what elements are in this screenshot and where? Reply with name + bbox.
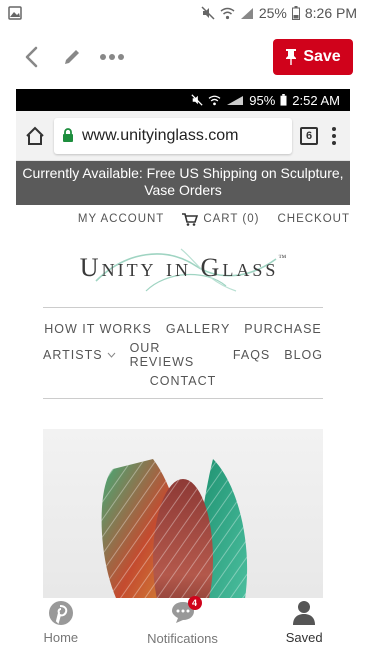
nav-notifications-label: Notifications	[147, 631, 218, 646]
menu-gallery: GALLERY	[165, 322, 231, 336]
nav-saved-label: Saved	[285, 630, 323, 645]
save-button-label: Save	[303, 48, 341, 65]
cart-label: CART (0)	[203, 213, 260, 225]
signal-icon	[227, 95, 244, 105]
tab-switcher-icon: 6	[300, 126, 318, 145]
notification-badge: 4	[187, 596, 202, 610]
cart-icon	[182, 212, 199, 226]
home-icon	[26, 126, 44, 145]
nav-home-label: Home	[43, 630, 79, 645]
lock-icon	[63, 128, 73, 142]
tab-count-value: 6	[305, 129, 313, 142]
signal-icon	[240, 7, 254, 20]
menu-row-2: ARTISTS OUR REVIEWS FAQS BLOG	[43, 341, 323, 369]
wifi-icon	[208, 95, 221, 105]
cart-link: CART (0)	[182, 212, 260, 226]
bottom-nav: Home 4 Notifications Saved	[0, 596, 365, 650]
edit-button[interactable]	[52, 37, 92, 77]
more-vertical-icon	[326, 126, 342, 145]
chevron-down-icon	[107, 352, 115, 358]
promo-text: Currently Available: Free US Shipping on…	[22, 165, 344, 198]
save-button[interactable]: Save	[273, 39, 353, 75]
pin-status-time: 2:52 AM	[292, 92, 340, 108]
more-horizontal-icon	[100, 54, 124, 60]
back-button[interactable]	[12, 37, 52, 77]
pin-image[interactable]: 95% 2:52 AM www.unityinglass.com 6 Curre…	[16, 89, 350, 629]
battery-icon	[291, 6, 300, 20]
menu-row-1: HOW IT WORKS GALLERY PURCHASE	[43, 316, 323, 342]
address-bar: www.unityinglass.com	[54, 117, 292, 154]
logo-wordmark: Unity in Glass	[79, 253, 279, 282]
nav-saved[interactable]: Saved	[243, 598, 365, 650]
pin-toolbar: Save	[0, 36, 365, 78]
menu-row-3: CONTACT	[43, 368, 323, 394]
browser-toolbar: www.unityinglass.com 6	[16, 111, 350, 161]
pinterest-logo-icon	[48, 601, 73, 625]
pencil-icon	[65, 50, 79, 64]
mute-icon	[201, 6, 215, 20]
status-time: 8:26 PM	[304, 5, 357, 21]
status-bar: 25% 8:26 PM	[0, 0, 365, 26]
battery-percent: 25%	[258, 5, 287, 21]
nav-home[interactable]: Home	[0, 598, 122, 650]
profile-icon	[293, 601, 316, 625]
chevron-left-icon	[25, 46, 38, 68]
checkout-link: CHECKOUT	[277, 213, 350, 225]
pushpin-icon	[286, 49, 297, 65]
menu-contact: CONTACT	[149, 374, 217, 388]
menu-purchase: PURCHASE	[244, 322, 322, 336]
mute-icon	[191, 94, 203, 106]
site-logo: Unity in Glass™	[16, 233, 350, 303]
menu-artists: ARTISTS	[43, 348, 116, 362]
pin-battery-percent: 95%	[249, 92, 276, 108]
menu-faqs: FAQS	[232, 348, 271, 362]
my-account-link: MY ACCOUNT	[77, 213, 165, 225]
logo-text: Unity in Glass™	[80, 253, 286, 283]
nav-notifications[interactable]: 4 Notifications	[122, 596, 244, 650]
url-text: www.unityinglass.com	[82, 126, 239, 144]
menu-artists-label: ARTISTS	[43, 348, 103, 362]
wifi-icon	[220, 7, 235, 20]
promo-banner: Currently Available: Free US Shipping on…	[16, 161, 350, 205]
menu-our-reviews: OUR REVIEWS	[129, 341, 195, 369]
site-menu: HOW IT WORKS GALLERY PURCHASE ARTISTS OU…	[43, 307, 323, 399]
more-options-button[interactable]	[92, 37, 132, 77]
gallery-notification-icon	[8, 6, 22, 20]
battery-icon	[280, 94, 287, 106]
account-links-row: MY ACCOUNT CART (0) CHECKOUT	[16, 205, 350, 233]
pin-status-bar: 95% 2:52 AM	[16, 89, 350, 111]
menu-blog: BLOG	[284, 348, 323, 362]
menu-how-it-works: HOW IT WORKS	[44, 322, 152, 336]
logo-tm: ™	[278, 253, 287, 262]
